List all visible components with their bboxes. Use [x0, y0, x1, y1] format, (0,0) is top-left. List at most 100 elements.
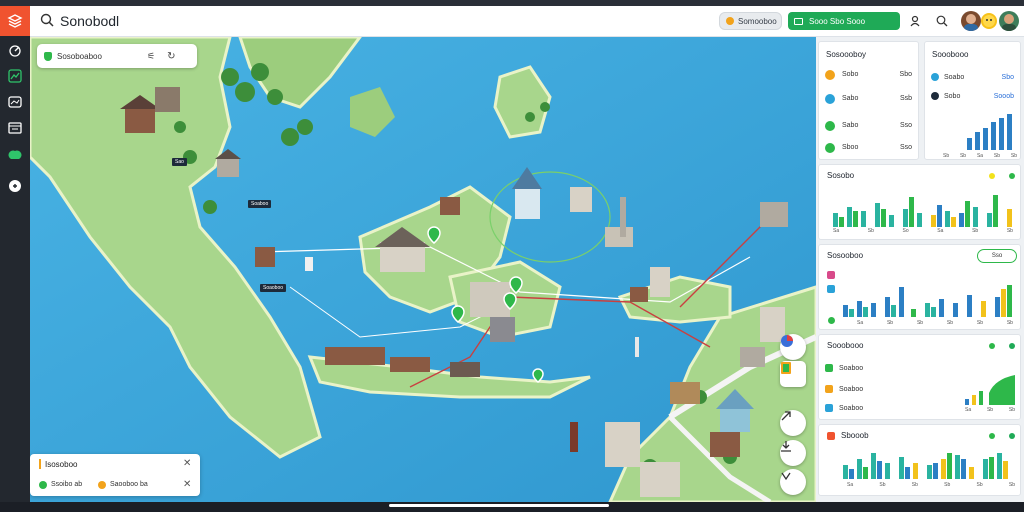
trend-card-1-title: Sosobo: [827, 171, 855, 180]
stats-row: Sabo Ssb: [825, 94, 912, 106]
location-icon: [781, 472, 791, 481]
status-dot-icon: [931, 92, 939, 100]
download-button[interactable]: [780, 440, 806, 466]
share-icon: [781, 411, 791, 421]
nav-layers-icon[interactable]: [7, 94, 23, 110]
map-graphic: [30, 37, 816, 502]
home-indicator[interactable]: [389, 504, 609, 507]
nav-settings-icon[interactable]: [7, 178, 23, 194]
stats-row-label: Sabo: [842, 95, 859, 102]
stats-card[interactable]: Sosoooboy Sobo Sbo Sabo Ssb Sabo Sso Sboo Ss…: [818, 41, 919, 160]
app-logo[interactable]: [0, 6, 30, 36]
map-card-row-2: Saooboo ba: [110, 481, 148, 488]
breakdown-row-label: Soaboo: [839, 386, 864, 393]
map-search-bar[interactable]: Sosoboaboo ⚟ ↻: [37, 44, 197, 68]
layers-toggle-button[interactable]: [780, 361, 806, 387]
card-accent-bar: [39, 459, 41, 469]
stats-row: Sabo Sso: [825, 121, 912, 133]
tick-label: Sa: [857, 320, 864, 326]
stats-row-value: Sso: [899, 122, 912, 129]
search-icon-secondary[interactable]: [933, 12, 951, 30]
nav-explore-icon[interactable]: [7, 43, 23, 59]
tick-label: Sa: [976, 153, 984, 159]
tick-label: Sb: [867, 228, 874, 234]
map-callout-2[interactable]: Soaboo: [248, 200, 272, 208]
nav-cloud-icon[interactable]: [7, 147, 23, 163]
sync-icon: [827, 285, 835, 293]
map-callout-1[interactable]: Sao: [172, 158, 187, 166]
legend-dots-icon: [989, 173, 995, 179]
map-search-input[interactable]: Sosoboaboo: [57, 52, 147, 61]
tick-label: Sb: [986, 407, 994, 413]
trend-card-2-title: Sosooboo: [827, 251, 864, 260]
breakdown-ticks: Sa Sb Sb: [965, 407, 1015, 413]
trend-card-1-ticks: Sa Sb So Sa Sb Sb: [833, 228, 1013, 234]
summary-row: Sobo Sooob: [931, 92, 1014, 104]
category-icon: [825, 385, 833, 393]
tick-label: Sb: [1008, 482, 1015, 488]
tick-label: Sb: [946, 320, 954, 326]
secondary-filter-label: Somooboo: [738, 16, 777, 26]
compass-button[interactable]: [780, 334, 806, 360]
shield-check-icon: [39, 481, 47, 489]
breakdown-card[interactable]: Sooobooo Soaboo Soaboo Soaboo Sa Sb Sb: [818, 334, 1021, 420]
status-dot-icon: [825, 94, 835, 104]
profile-avatar[interactable]: [999, 11, 1019, 31]
tick-label: Sb: [976, 482, 983, 488]
dismiss-icon[interactable]: ✕: [183, 479, 191, 490]
trend-card-3-ticks: Sa Sb Sb Sb Sb Sb: [847, 482, 1015, 488]
tick-label: Sb: [911, 482, 918, 488]
tick-label: Sb: [976, 320, 983, 326]
breakdown-row: Soaboo: [825, 404, 905, 416]
map-info-card[interactable]: Isosoboo ✕ Ssoibo ab Saooboo ba ✕: [30, 454, 200, 496]
stats-row-value: Sso: [899, 144, 912, 151]
badge-dot-icon: [726, 17, 734, 25]
tick-label: Sb: [879, 482, 886, 488]
summary-row-value: Sooob: [993, 93, 1014, 100]
refresh-icon[interactable]: ↻: [167, 51, 175, 62]
status-dot-icon: [825, 121, 835, 131]
breakdown-area-chart: [965, 375, 1015, 405]
category-icon: [825, 364, 833, 372]
trend-bar-chart-1: [833, 195, 1012, 227]
primary-action-button[interactable]: Sooo Sbo Sooo: [788, 12, 900, 30]
user-icon[interactable]: [906, 12, 924, 30]
secondary-filter-button[interactable]: Somooboo: [719, 12, 782, 30]
map-callout-3[interactable]: Soaoboo: [260, 284, 287, 292]
shield-icon: [44, 51, 52, 61]
location-button[interactable]: [780, 469, 806, 495]
summary-card[interactable]: Sooobooo Soabo Sbo Sobo Sooob Sb Sb Sa Sb Sb: [924, 41, 1021, 160]
trend-bar-chart-2: [843, 285, 1012, 317]
folder-icon: [794, 17, 803, 25]
share-button[interactable]: [780, 410, 806, 436]
trend-card-2[interactable]: Sosooboo Sso Sa Sb Sb Sb Sb Sb: [818, 244, 1021, 330]
stats-row: Sobo Sbo: [825, 70, 912, 82]
breakdown-row: Soaboo: [825, 364, 905, 376]
search-icon[interactable]: [40, 13, 54, 32]
summary-row-label: Sobo: [944, 93, 961, 100]
nav-calendar-icon[interactable]: [7, 120, 23, 136]
stats-card-title: Sosoooboy: [826, 50, 867, 59]
map-canvas[interactable]: Sao Soaboo Soaoboo Sosoboaboo ⚟ ↻ Isosob…: [30, 37, 816, 502]
tick-label: Sb: [972, 228, 979, 234]
trend-card-1[interactable]: Sosobo Sa Sb So Sa Sb Sb: [818, 164, 1021, 240]
nav-analytics-icon[interactable]: [7, 68, 23, 84]
primary-action-label: Sooo Sbo Sooo: [809, 16, 866, 26]
avatar[interactable]: [961, 11, 981, 31]
tick-label: Sb: [886, 320, 894, 326]
map-card-row-1: Ssoibo ab: [51, 481, 83, 488]
breakdown-row-label: Soaboo: [839, 365, 864, 372]
close-icon[interactable]: ✕: [183, 458, 191, 469]
tick-label: Sb: [1008, 407, 1015, 413]
chart-marker-icon: [828, 317, 835, 324]
tick-label: Sa: [833, 228, 840, 234]
trend-card-2-button[interactable]: Sso: [977, 249, 1017, 263]
status-dot-icon: [825, 143, 835, 153]
stats-row: Sboo Sso: [825, 143, 912, 155]
legend-dots-icon: [989, 343, 995, 349]
emoji-avatar[interactable]: [981, 13, 997, 29]
filter-icon[interactable]: ⚟: [147, 51, 155, 62]
trend-card-3[interactable]: Sbooob Sa Sb Sb Sb Sb Sb: [818, 424, 1021, 496]
layer-stack-icon: [781, 362, 791, 374]
summary-row-value: Sbo: [1001, 74, 1014, 81]
